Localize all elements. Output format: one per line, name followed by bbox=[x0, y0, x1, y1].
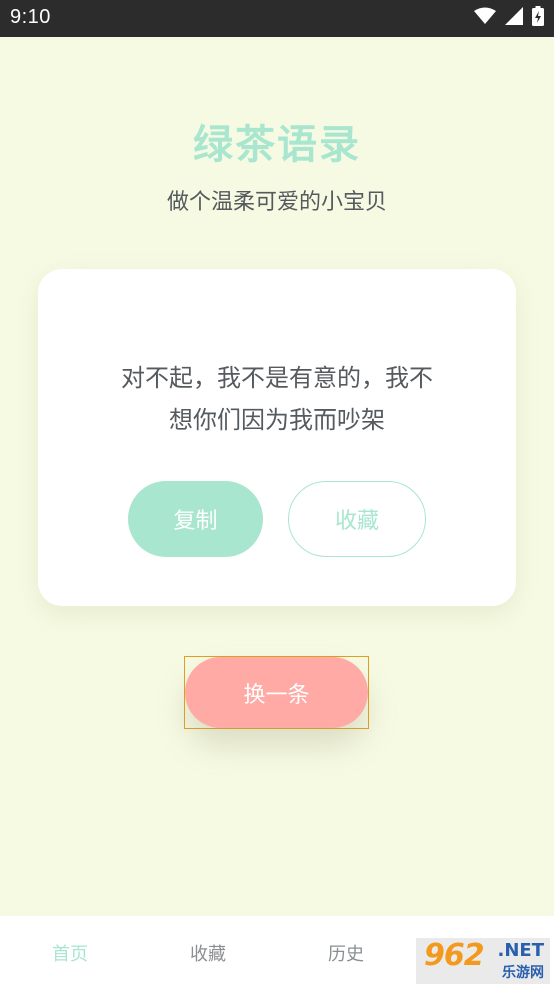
nav-item-favorites[interactable]: 收藏 bbox=[190, 940, 226, 966]
app-subtitle: 做个温柔可爱的小宝贝 bbox=[166, 190, 387, 215]
quote-card: 对不起，我不是有意的，我不 想你们因为我而吵架 复制 收藏 bbox=[38, 269, 516, 606]
watermark-net: .NET bbox=[497, 940, 544, 961]
watermark-sub: 乐游网 bbox=[502, 965, 544, 981]
nav-item-home[interactable]: 首页 bbox=[52, 940, 88, 966]
next-quote-button[interactable]: 换一条 bbox=[185, 657, 368, 728]
status-time: 9:10 bbox=[10, 6, 51, 28]
quote-line-1: 对不起，我不是有意的，我不 bbox=[121, 364, 433, 392]
wifi-icon bbox=[474, 7, 496, 25]
quote-line-2: 想你们因为我而吵架 bbox=[169, 406, 385, 434]
battery-icon bbox=[532, 6, 544, 26]
watermark-logo: 962 .NET 乐游网 bbox=[416, 938, 550, 984]
favorite-button[interactable]: 收藏 bbox=[288, 481, 426, 557]
copy-button[interactable]: 复制 bbox=[128, 481, 263, 557]
status-icons bbox=[474, 6, 544, 26]
quote-text: 对不起，我不是有意的，我不 想你们因为我而吵架 bbox=[88, 357, 466, 441]
app-title: 绿茶语录 bbox=[193, 122, 361, 168]
watermark-main: 962 bbox=[424, 938, 485, 973]
status-bar: 9:10 bbox=[0, 0, 554, 37]
nav-item-history[interactable]: 历史 bbox=[328, 940, 364, 966]
signal-icon bbox=[505, 7, 523, 25]
